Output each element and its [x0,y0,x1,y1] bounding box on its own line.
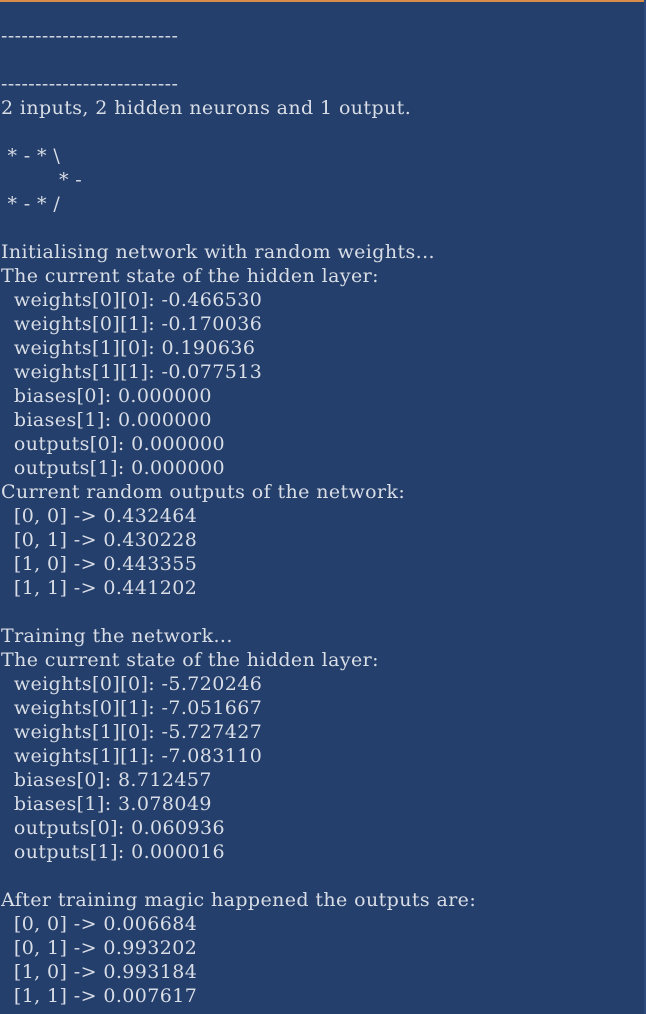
console-line: weights[1][1]: -0.077513 [1,361,263,383]
console-line: * - * \ [1,145,61,167]
console-line: After training magic happened the output… [1,889,477,911]
console-output[interactable]: -------------------------- --------------… [1,24,641,1014]
console-line: -------------------------- [1,25,179,47]
console-line: * - [1,169,83,191]
console-line: Current random outputs of the network: [1,481,406,503]
console-line: weights[1][0]: 0.190636 [1,337,256,359]
console-line: [0, 0] -> 0.432464 [1,505,198,527]
console-line: Training the network... [1,625,233,647]
console-line: biases[1]: 0.000000 [1,409,212,431]
console-line: Initialising network with random weights… [1,241,435,263]
console-line: * - * / [1,193,61,215]
console-line: [1, 0] -> 0.443355 [1,553,198,575]
console-line: [0, 1] -> 0.430228 [1,529,198,551]
console-line: [1, 1] -> 0.007617 [1,985,198,1007]
console-line: 2 inputs, 2 hidden neurons and 1 output. [1,97,412,119]
console-line: outputs[1]: 0.000016 [1,841,225,863]
console-line: [1, 1] -> 0.441202 [1,577,198,599]
console-line: weights[1][0]: -5.727427 [1,721,263,743]
console-line: weights[0][0]: -0.466530 [1,289,263,311]
console-line: outputs[0]: 0.060936 [1,817,225,839]
console-line: [0, 0] -> 0.006684 [1,913,198,935]
console-line: weights[0][1]: -7.051667 [1,697,263,719]
console-line: weights[0][0]: -5.720246 [1,673,263,695]
console-line: weights[0][1]: -0.170036 [1,313,263,335]
console-line: biases[0]: 0.000000 [1,385,212,407]
console-line: outputs[0]: 0.000000 [1,433,225,455]
console-line: outputs[1]: 0.000000 [1,457,225,479]
console-line: [0, 1] -> 0.993202 [1,937,198,959]
console-line: The current state of the hidden layer: [1,649,379,671]
console-line: biases[0]: 8.712457 [1,769,212,791]
window-top-border [0,0,646,2]
console-line: biases[1]: 3.078049 [1,793,212,815]
console-line: [1, 0] -> 0.993184 [1,961,198,983]
console-line: weights[1][1]: -7.083110 [1,745,263,767]
console-line: The current state of the hidden layer: [1,265,379,287]
console-line: -------------------------- [1,73,179,95]
